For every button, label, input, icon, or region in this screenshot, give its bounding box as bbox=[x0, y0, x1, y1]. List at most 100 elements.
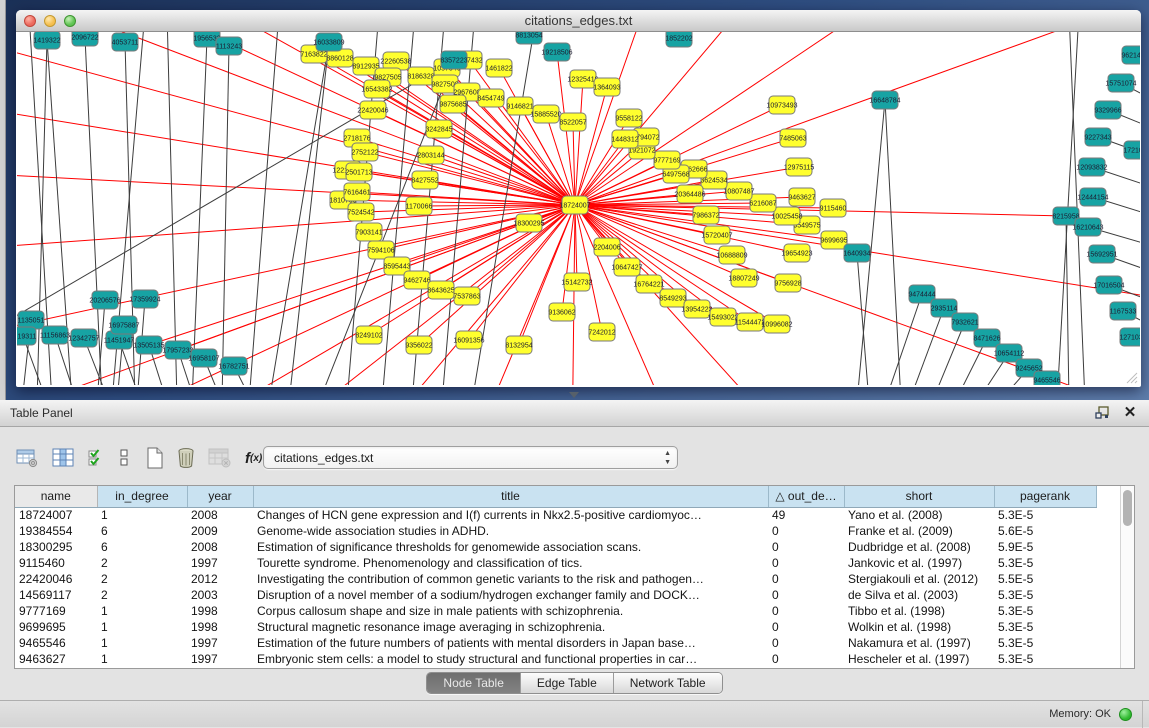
column-header-pagerank[interactable]: pagerank bbox=[994, 486, 1096, 507]
tab-edge-table[interactable]: Edge Table bbox=[521, 673, 614, 693]
graph-node[interactable]: 2803144 bbox=[417, 146, 444, 164]
graph-node[interactable]: 2501713 bbox=[345, 163, 372, 181]
float-panel-icon[interactable] bbox=[1093, 405, 1111, 421]
table-row[interactable]: 946362711997Embryonic stem cells: a mode… bbox=[15, 651, 1096, 667]
graph-node[interactable]: 16033809 bbox=[313, 33, 344, 51]
graph-edge[interactable] bbox=[167, 32, 177, 385]
graph-node[interactable]: 8860128 bbox=[326, 49, 353, 67]
graph-node[interactable]: 22260538 bbox=[380, 52, 411, 70]
graph-edge[interactable] bbox=[369, 205, 575, 232]
graph-node[interactable]: 8549293 bbox=[659, 289, 686, 307]
graph-node[interactable]: 20206576 bbox=[89, 291, 120, 309]
graph-node[interactable]: 18807249 bbox=[728, 269, 759, 287]
graph-node[interactable]: 2752122 bbox=[351, 143, 378, 161]
graph-node[interactable]: 1448312 bbox=[611, 130, 638, 148]
graph-node[interactable]: 7524542 bbox=[347, 203, 374, 221]
table-row[interactable]: 977716911998Corpus callosum shape and si… bbox=[15, 603, 1096, 619]
network-canvas[interactable]: 1872400771638228860128891293522260538982… bbox=[17, 32, 1140, 385]
new-table-icon[interactable] bbox=[145, 447, 164, 469]
graph-node[interactable]: 18300295 bbox=[513, 214, 544, 232]
graph-node[interactable]: 7594106 bbox=[367, 241, 394, 259]
graph-node[interactable]: 16975887 bbox=[108, 316, 139, 334]
network-window-titlebar[interactable]: citations_edges.txt bbox=[16, 10, 1141, 32]
graph-node[interactable]: 13505135 bbox=[133, 336, 164, 354]
graph-node[interactable]: 10688809 bbox=[716, 246, 747, 264]
column-header-name[interactable]: name bbox=[15, 486, 97, 507]
resize-grip[interactable] bbox=[1126, 371, 1138, 383]
graph-node[interactable]: 20364486 bbox=[674, 185, 705, 203]
table-selector-dropdown[interactable]: citations_edges.txt ▲▼ bbox=[263, 446, 678, 469]
graph-node[interactable]: 1135051 bbox=[18, 311, 45, 329]
table-row[interactable]: 911546021997Tourette syndrome. Phenomeno… bbox=[15, 555, 1096, 571]
graph-node[interactable]: 1721065 bbox=[1123, 141, 1140, 159]
show-columns-icon[interactable] bbox=[52, 448, 75, 468]
table-vertical-scrollbar[interactable] bbox=[1120, 486, 1134, 668]
graph-node[interactable]: 16210643 bbox=[1072, 218, 1103, 236]
graph-node[interactable]: 7903141 bbox=[355, 223, 382, 241]
graph-node[interactable]: 1113243 bbox=[216, 37, 242, 55]
graph-node[interactable]: 8643625 bbox=[427, 281, 454, 299]
row-options-icon[interactable] bbox=[119, 448, 129, 468]
graph-edge[interactable] bbox=[269, 42, 329, 385]
scrollbar-thumb[interactable] bbox=[1123, 490, 1132, 526]
graph-node[interactable]: 8132954 bbox=[505, 336, 532, 354]
graph-node[interactable]: 4053711 bbox=[112, 33, 139, 51]
graph-node[interactable]: 9329966 bbox=[1094, 101, 1121, 119]
splitter-handle[interactable] bbox=[569, 392, 579, 398]
graph-node[interactable]: 7485063 bbox=[779, 129, 806, 147]
graph-node[interactable]: 16091356 bbox=[453, 331, 484, 349]
graph-edge[interactable] bbox=[885, 100, 901, 385]
graph-node[interactable]: 8454749 bbox=[477, 89, 504, 107]
graph-node[interactable]: 15751074 bbox=[1105, 74, 1136, 92]
graph-node[interactable]: 3242845 bbox=[425, 120, 452, 138]
graph-node[interactable]: 1852202 bbox=[665, 32, 692, 47]
graph-node[interactable]: 22420046 bbox=[357, 101, 388, 119]
column-header-title[interactable]: title bbox=[253, 486, 768, 507]
control-panel-sliver[interactable] bbox=[0, 0, 6, 400]
graph-edge[interactable] bbox=[249, 32, 279, 385]
graph-node[interactable]: 7616461 bbox=[343, 183, 370, 201]
network-window[interactable]: citations_edges.txt 18724007716382288601… bbox=[16, 10, 1141, 387]
table-row[interactable]: 1456911722003Disruption of a novel membe… bbox=[15, 587, 1096, 603]
graph-node[interactable]: 8813054 bbox=[515, 32, 542, 44]
graph-node[interactable]: 2204006 bbox=[593, 238, 620, 256]
graph-node[interactable]: 1271033 bbox=[1119, 328, 1140, 346]
column-header-out-degree[interactable]: △ out_de… bbox=[768, 486, 844, 507]
column-header-short[interactable]: short bbox=[844, 486, 994, 507]
graph-edge[interactable] bbox=[909, 308, 944, 385]
memory-status-icon[interactable] bbox=[1119, 708, 1132, 721]
graph-node[interactable]: 17016504 bbox=[1093, 276, 1124, 294]
graph-node[interactable]: 9356022 bbox=[405, 336, 432, 354]
column-header-in-degree[interactable]: in_degree bbox=[97, 486, 187, 507]
column-header-year[interactable]: year bbox=[187, 486, 253, 507]
graph-node[interactable]: 1170066 bbox=[406, 197, 433, 215]
graph-node[interactable]: 2096722 bbox=[71, 32, 98, 46]
graph-node[interactable]: 15720407 bbox=[701, 226, 732, 244]
graph-node[interactable]: 9462746 bbox=[403, 271, 430, 289]
graph-node[interactable]: 11156863 bbox=[40, 326, 70, 344]
graph-node[interactable]: 9136062 bbox=[548, 303, 575, 321]
graph-node[interactable]: 10807487 bbox=[723, 182, 754, 200]
graph-node[interactable]: 9558122 bbox=[615, 109, 642, 127]
graph-node[interactable]: 12093832 bbox=[1076, 158, 1107, 176]
graph-node[interactable]: 9621443 bbox=[1121, 46, 1140, 64]
graph-node[interactable]: 17359924 bbox=[129, 290, 160, 308]
graph-node[interactable]: 16958107 bbox=[188, 349, 219, 367]
close-panel-icon[interactable]: ✕ bbox=[1121, 405, 1139, 421]
table-row[interactable]: 2242004622012Investigating the contribut… bbox=[15, 571, 1096, 587]
graph-node[interactable]: 18724007 bbox=[559, 196, 590, 214]
table-row[interactable]: 946554611997Estimation of the future num… bbox=[15, 635, 1096, 651]
graph-node[interactable]: 7932621 bbox=[951, 313, 978, 331]
graph-node[interactable]: 9699695 bbox=[820, 231, 847, 249]
graph-node[interactable]: 16543382 bbox=[361, 80, 392, 98]
graph-node[interactable]: 12342757 bbox=[68, 329, 99, 347]
graph-node[interactable]: 10996082 bbox=[761, 315, 792, 333]
graph-node[interactable]: 16782751 bbox=[218, 357, 249, 375]
table-row[interactable]: 1830029562008Estimation of significance … bbox=[15, 539, 1096, 555]
graph-node[interactable]: 15142732 bbox=[561, 273, 592, 291]
tab-node-table[interactable]: Node Table bbox=[427, 673, 521, 693]
graph-node[interactable]: 19218506 bbox=[541, 43, 572, 61]
table-row[interactable]: 969969511998Structural magnetic resonanc… bbox=[15, 619, 1096, 635]
graph-node[interactable]: 1167533 bbox=[1110, 302, 1137, 320]
graph-node[interactable]: 8427552 bbox=[411, 171, 438, 189]
